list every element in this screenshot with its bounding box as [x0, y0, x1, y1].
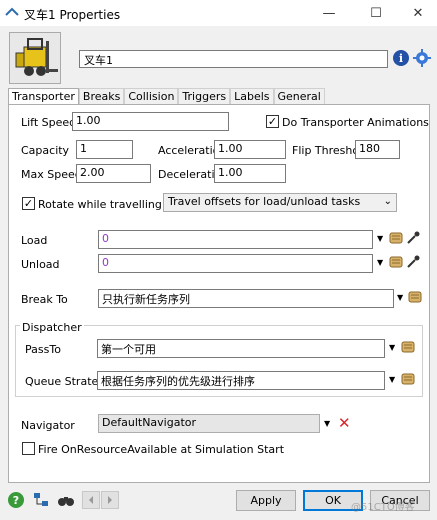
unload-label: Unload — [21, 258, 60, 271]
next-arrow-icon[interactable] — [101, 491, 119, 509]
template-scroll-icon[interactable] — [389, 255, 403, 269]
acceleration-input[interactable]: 1.00 — [214, 140, 286, 159]
binoculars-icon[interactable] — [57, 491, 75, 509]
settings-icon[interactable] — [413, 49, 431, 67]
rotate-checkbox[interactable]: ✓ — [22, 197, 35, 210]
navigator-label: Navigator — [21, 419, 75, 432]
queue-strategy-input[interactable]: 根据任务序列的优先级进行排序 — [97, 371, 385, 390]
watermark: @51CTO博客 — [351, 502, 415, 513]
unload-input[interactable]: 0 — [98, 254, 373, 273]
max-speed-input[interactable]: 2.00 — [76, 164, 151, 183]
load-label: Load — [21, 234, 48, 247]
chevron-down-icon: ⌄ — [383, 196, 392, 207]
template-scroll-icon[interactable] — [389, 231, 403, 245]
load-input[interactable]: 0 — [98, 230, 373, 249]
tree-view-icon[interactable] — [32, 491, 50, 509]
queue-strategy-dropdown-arrow-icon[interactable]: ▼ — [389, 375, 395, 384]
app-icon — [5, 7, 19, 16]
template-scroll-icon[interactable] — [401, 372, 415, 386]
pass-to-input[interactable]: 第一个可用 — [97, 339, 385, 358]
apply-button[interactable]: Apply — [236, 490, 296, 511]
unload-dropdown-arrow-icon[interactable]: ▼ — [377, 258, 383, 267]
template-scroll-icon[interactable] — [408, 290, 422, 304]
maximize-button[interactable]: ☐ — [358, 0, 394, 26]
tab-general[interactable]: General — [273, 88, 325, 104]
minimize-button[interactable]: — — [311, 0, 347, 26]
max-speed-label: Max Speed — [21, 168, 82, 181]
tab-collision[interactable]: Collision — [124, 88, 179, 104]
delete-icon[interactable]: ✕ — [338, 414, 351, 432]
pass-to-label: PassTo — [25, 343, 61, 356]
navigator-input[interactable]: DefaultNavigator — [98, 414, 320, 433]
navigator-dropdown-arrow-icon[interactable]: ▼ — [324, 419, 330, 428]
capacity-input[interactable]: 1 — [76, 140, 133, 159]
info-icon[interactable]: i — [393, 50, 409, 66]
window-title: 叉车1 Properties — [24, 8, 121, 22]
tab-bar: Transporter Breaks Collision Triggers La… — [8, 88, 325, 105]
break-to-dropdown-arrow-icon[interactable]: ▼ — [397, 293, 403, 302]
tab-transporter[interactable]: Transporter — [8, 88, 79, 105]
template-scroll-icon[interactable] — [401, 340, 415, 354]
tab-breaks[interactable]: Breaks — [78, 88, 125, 104]
object-name-input[interactable]: 叉车1 — [79, 50, 388, 68]
eyedropper-icon[interactable] — [406, 231, 420, 245]
load-dropdown-arrow-icon[interactable]: ▼ — [377, 234, 383, 243]
forklift-icon — [9, 32, 61, 84]
svg-text:?: ? — [13, 494, 19, 507]
travel-offsets-value: Travel offsets for load/unload tasks — [168, 195, 361, 208]
transporter-animations-label: Do Transporter Animations — [282, 116, 429, 129]
capacity-label: Capacity — [21, 144, 70, 157]
break-to-input[interactable]: 只执行新任务序列 — [98, 289, 394, 308]
transporter-animations-checkbox[interactable]: ✓ — [266, 115, 279, 128]
pass-to-dropdown-arrow-icon[interactable]: ▼ — [389, 343, 395, 352]
previous-arrow-icon[interactable] — [82, 491, 100, 509]
help-icon[interactable]: ? — [7, 491, 25, 509]
dispatcher-label: Dispatcher — [20, 321, 84, 334]
flip-threshold-input[interactable]: 180 — [355, 140, 400, 159]
deceleration-input[interactable]: 1.00 — [214, 164, 286, 183]
close-button[interactable]: ✕ — [400, 0, 436, 26]
fire-on-resource-label: Fire OnResourceAvailable at Simulation S… — [38, 443, 285, 456]
tab-labels[interactable]: Labels — [230, 88, 274, 104]
travel-offsets-select[interactable]: Travel offsets for load/unload tasks ⌄ — [163, 193, 397, 212]
lift-speed-label: Lift Speed — [21, 116, 77, 129]
eyedropper-icon[interactable] — [406, 255, 420, 269]
fire-on-resource-checkbox[interactable] — [22, 442, 35, 455]
lift-speed-input[interactable]: 1.00 — [72, 112, 229, 131]
tab-triggers[interactable]: Triggers — [178, 88, 231, 104]
rotate-label: Rotate while travelling — [38, 198, 162, 211]
break-to-label: Break To — [21, 293, 68, 306]
